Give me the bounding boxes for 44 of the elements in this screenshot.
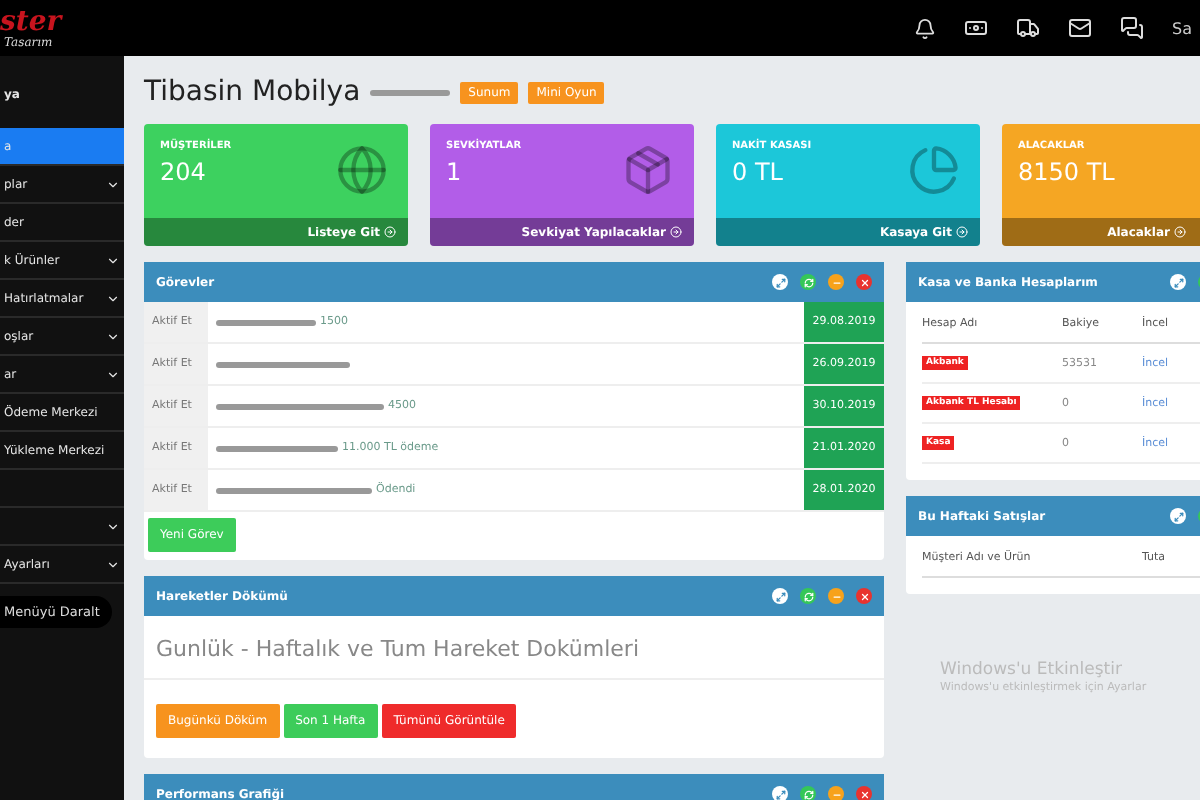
card-value: 1: [446, 158, 462, 186]
minimize-icon[interactable]: [828, 588, 844, 604]
expand-icon[interactable]: [1170, 274, 1186, 290]
card-value: 204: [160, 158, 206, 186]
redaction-mark: [216, 361, 350, 367]
expand-icon[interactable]: [1170, 508, 1186, 524]
truck-icon[interactable]: [1016, 16, 1041, 40]
refresh-icon[interactable]: [800, 588, 816, 604]
chevron-icon: [106, 519, 120, 533]
close-icon[interactable]: [856, 786, 872, 800]
arrow-circle-icon: [1174, 226, 1186, 238]
card-value: 8150 TL: [1018, 158, 1115, 186]
chevron-icon: [106, 177, 120, 191]
globe-icon: [336, 144, 388, 196]
chevron-icon: [106, 253, 120, 267]
redaction-mark: [216, 445, 338, 451]
box-icon: [622, 144, 674, 196]
expand-icon[interactable]: [772, 274, 788, 290]
bell-icon[interactable]: [914, 17, 937, 39]
expand-icon[interactable]: [772, 588, 788, 604]
refresh-icon[interactable]: [800, 786, 816, 800]
expand-icon[interactable]: [772, 786, 788, 800]
chevron-icon: [106, 367, 120, 381]
section-heading: Gunlük - Haftalık ve Tum Hareket Dokümleri: [144, 616, 884, 680]
redaction-mark: [216, 319, 316, 325]
chevron-icon: [106, 291, 120, 305]
chevron-icon: [106, 329, 120, 343]
arrow-circle-icon: [670, 226, 682, 238]
close-icon[interactable]: [856, 274, 872, 290]
banknote-icon[interactable]: [964, 16, 989, 40]
mail-icon[interactable]: [1068, 16, 1093, 40]
close-icon[interactable]: [856, 588, 872, 604]
refresh-icon[interactable]: [800, 274, 816, 290]
card-value: 0 TL: [732, 158, 783, 186]
minimize-icon[interactable]: [828, 786, 844, 800]
arrow-circle-icon: [956, 226, 968, 238]
pie-chart-icon: [908, 144, 960, 196]
chat-icon[interactable]: [1120, 16, 1145, 40]
minimize-icon[interactable]: [828, 274, 844, 290]
redaction-mark: [370, 89, 451, 95]
user-name[interactable]: Sa: [1172, 19, 1192, 37]
chevron-icon: [106, 557, 120, 571]
page-title: Tibasin Mobilya: [144, 76, 361, 108]
arrow-circle-icon: [384, 226, 396, 238]
